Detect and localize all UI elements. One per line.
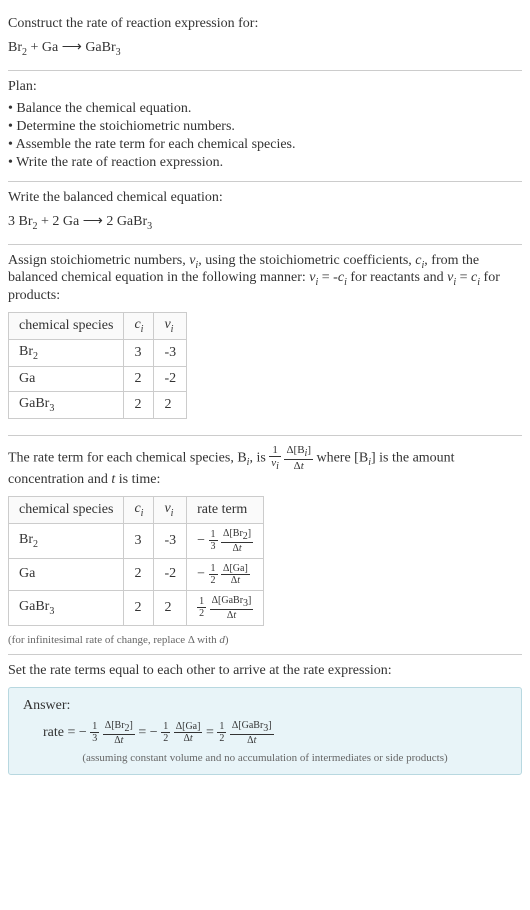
sign: −	[197, 533, 205, 548]
table-header: chemical species	[9, 496, 124, 523]
frac-top: 1	[197, 596, 206, 608]
table-header: ci	[124, 313, 154, 340]
frac-top: 1	[217, 721, 226, 733]
table-cell: 3	[124, 339, 154, 366]
sign: −	[150, 725, 158, 740]
prompt-section: Construct the rate of reaction expressio…	[8, 8, 522, 71]
table-header: ci	[124, 496, 154, 523]
frac-bot: 2	[217, 733, 226, 744]
prompt-header: Construct the rate of reaction expressio…	[8, 16, 522, 32]
balanced-section: Write the balanced chemical equation: 3 …	[8, 182, 522, 245]
table-header: rate term	[187, 496, 264, 523]
table-cell: 2	[154, 391, 187, 418]
plan-item: • Write the rate of reaction expression.	[8, 155, 522, 171]
rateterm-section: The rate term for each chemical species,…	[8, 436, 522, 655]
table-cell: -3	[154, 523, 187, 558]
table-cell: 2	[124, 590, 154, 625]
table-cell: -3	[154, 339, 187, 366]
table-row: GaBr3 2 2 12 Δ[GaBr3]Δt	[9, 590, 264, 625]
table-cell: − 12 Δ[Ga]Δt	[187, 558, 264, 590]
rateterm-text: The rate term for each chemical species,…	[8, 444, 522, 488]
frac-top: 1	[161, 721, 170, 733]
table-row: Ga 2 -2 − 12 Δ[Ga]Δt	[9, 558, 264, 590]
stoich-table: chemical species ci νi Br2 3 -3 Ga 2 -2 …	[8, 312, 187, 418]
table-cell: − 13 Δ[Br2]Δt	[187, 523, 264, 558]
answer-box: Answer: rate = − 13 Δ[Br2]Δt = − 12 Δ[Ga…	[8, 687, 522, 775]
balanced-header: Write the balanced chemical equation:	[8, 190, 522, 206]
frac-bot: 3	[209, 541, 218, 552]
table-header-row: chemical species ci νi rate term	[9, 496, 264, 523]
plan-item: • Assemble the rate term for each chemic…	[8, 137, 522, 153]
frac-bot: 2	[197, 608, 206, 619]
table-header-row: chemical species ci νi	[9, 313, 187, 340]
frac-bot: 3	[90, 733, 99, 744]
frac-bot: 2	[161, 733, 170, 744]
table-cell: GaBr3	[9, 590, 124, 625]
table-header: νi	[154, 496, 187, 523]
answer-note: (assuming constant volume and no accumul…	[23, 752, 507, 764]
final-section: Set the rate terms equal to each other t…	[8, 655, 522, 791]
rateterm-table: chemical species ci νi rate term Br2 3 -…	[8, 496, 264, 626]
plan-item: • Balance the chemical equation.	[8, 101, 522, 117]
plan-section: Plan: • Balance the chemical equation. •…	[8, 71, 522, 182]
table-cell: 2	[124, 391, 154, 418]
answer-label: Answer:	[23, 698, 507, 714]
table-cell: 3	[124, 523, 154, 558]
balanced-equation: 3 Br2 + 2 Ga ⟶ 2 GaBr3	[8, 212, 522, 232]
frac-top: 1	[209, 563, 218, 575]
answer-expression: rate = − 13 Δ[Br2]Δt = − 12 Δ[Ga]Δt = 12…	[23, 720, 507, 746]
table-row: Ga 2 -2	[9, 366, 187, 391]
table-cell: 2	[124, 366, 154, 391]
table-header: νi	[154, 313, 187, 340]
table-cell: Ga	[9, 366, 124, 391]
plan-header: Plan:	[8, 79, 522, 95]
frac-bot: 2	[209, 575, 218, 586]
table-cell: 2	[124, 558, 154, 590]
table-header: chemical species	[9, 313, 124, 340]
rate-prefix: rate =	[43, 725, 79, 740]
frac-top: 1	[209, 529, 218, 541]
plan-item: • Determine the stoichiometric numbers.	[8, 119, 522, 135]
table-row: Br2 3 -3 − 13 Δ[Br2]Δt	[9, 523, 264, 558]
table-cell: Ga	[9, 558, 124, 590]
table-cell: Br2	[9, 523, 124, 558]
stoich-section: Assign stoichiometric numbers, νi, using…	[8, 245, 522, 436]
table-row: GaBr3 2 2	[9, 391, 187, 418]
sign: −	[79, 725, 87, 740]
rateterm-note: (for infinitesimal rate of change, repla…	[8, 634, 522, 646]
table-cell: 2	[154, 590, 187, 625]
frac-top: 1	[90, 721, 99, 733]
table-cell: Br2	[9, 339, 124, 366]
table-row: Br2 3 -3	[9, 339, 187, 366]
stoich-text: Assign stoichiometric numbers, νi, using…	[8, 253, 522, 305]
table-cell: 12 Δ[GaBr3]Δt	[187, 590, 264, 625]
table-cell: -2	[154, 558, 187, 590]
sign: −	[197, 566, 205, 581]
table-cell: -2	[154, 366, 187, 391]
prompt-equation: Br2 + Ga ⟶ GaBr3	[8, 38, 522, 58]
table-cell: GaBr3	[9, 391, 124, 418]
final-header: Set the rate terms equal to each other t…	[8, 663, 522, 679]
